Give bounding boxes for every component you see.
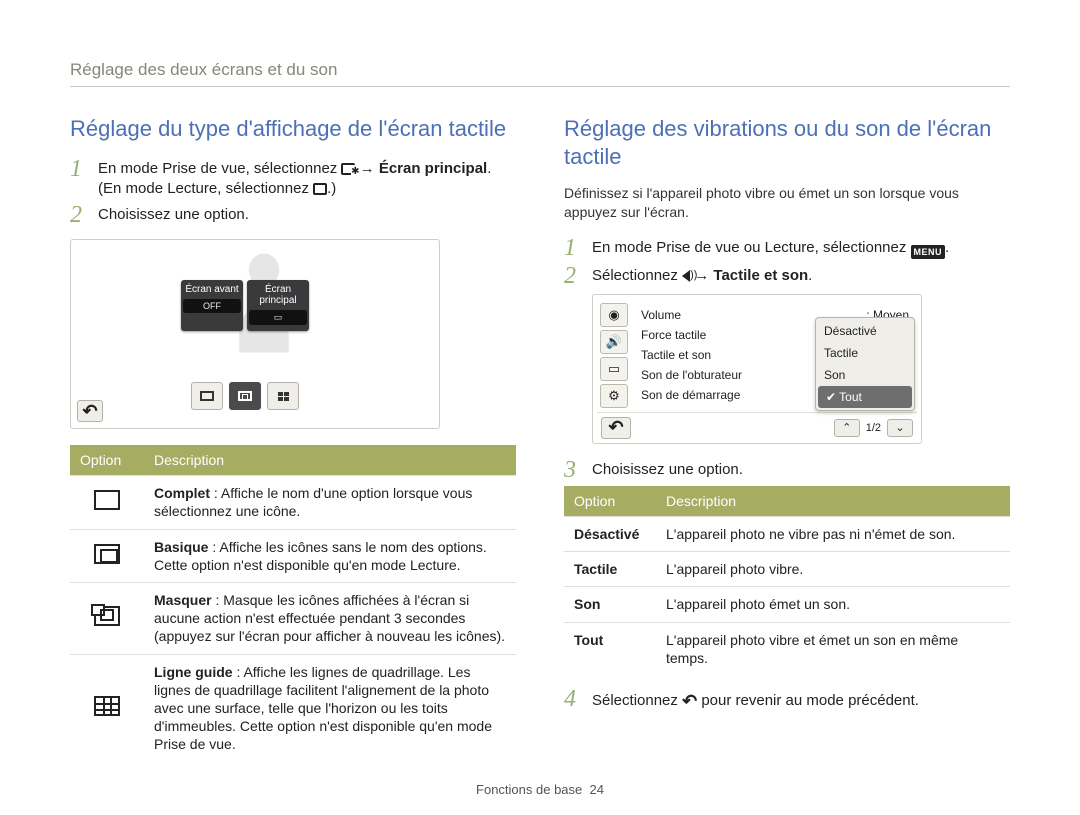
display-mode-full-button[interactable] xyxy=(191,382,223,410)
back-button[interactable]: ↶ xyxy=(601,417,631,439)
step-number: 2 xyxy=(564,264,582,288)
th-option: Option xyxy=(564,486,656,517)
tile-badge-icon: ▭ xyxy=(249,310,307,325)
page-up-button[interactable]: ⌃ xyxy=(834,419,860,437)
tile-front-screen[interactable]: Écran avant OFF xyxy=(181,280,243,331)
tile-badge-off: OFF xyxy=(183,299,241,313)
step-number: 1 xyxy=(70,157,88,181)
step-number: 4 xyxy=(564,687,582,711)
left-heading: Réglage du type d'affichage de l'écran t… xyxy=(70,115,516,143)
sound-icon xyxy=(682,270,690,282)
menu-icon: MENU xyxy=(911,245,946,259)
table-row: Désactivé L'appareil photo ne vibre pas … xyxy=(564,516,1010,551)
display-mode-guide-button[interactable] xyxy=(267,382,299,410)
guide-icon xyxy=(94,696,120,716)
right-step-1: 1 En mode Prise de vue ou Lecture, sélec… xyxy=(564,236,1010,260)
left-step-1: 1 En mode Prise de vue, sélectionnez → É… xyxy=(70,157,516,200)
lcd-settings: ◉ 🔊 ▭ ⚙ Volume: Moyen Force tactile Tact… xyxy=(592,294,922,444)
table-row: Basique : Affiche les icônes sans le nom… xyxy=(70,529,516,582)
right-intro: Définissez si l'appareil photo vibre ou … xyxy=(564,184,1010,222)
table-row: Complet : Affiche le nom d'une option lo… xyxy=(70,476,516,529)
full-icon xyxy=(94,490,120,510)
table-row: Ligne guide : Affiche les lignes de quad… xyxy=(70,654,516,761)
step-text: En mode Prise de vue, sélectionnez → Écr… xyxy=(98,157,516,200)
options-popup: Désactivé Tactile Son ✔ Tout xyxy=(815,317,915,411)
right-step-2: 2 Sélectionnez → Tactile et son. xyxy=(564,264,1010,288)
step-text: En mode Prise de vue ou Lecture, sélecti… xyxy=(592,236,1010,259)
chapter-title: Réglage des deux écrans et du son xyxy=(70,60,1010,87)
table-row: Son L'appareil photo émet un son. xyxy=(564,587,1010,622)
back-icon: ↶ xyxy=(608,417,623,438)
th-description: Description xyxy=(656,486,1010,517)
tab-camera-icon[interactable]: ◉ xyxy=(600,303,628,327)
basic-icon xyxy=(94,544,120,564)
tab-display-icon[interactable]: ▭ xyxy=(600,357,628,381)
table-row: Tactile L'appareil photo vibre. xyxy=(564,552,1010,587)
display-mode-basic-button[interactable] xyxy=(229,382,261,410)
popup-option[interactable]: Désactivé xyxy=(816,320,914,342)
step-text: Choisissez une option. xyxy=(98,203,516,225)
popup-option[interactable]: Tactile xyxy=(816,342,914,364)
back-icon: ↶ xyxy=(682,689,697,713)
display-icon xyxy=(313,183,327,195)
th-description: Description xyxy=(144,445,516,476)
options-table-sound: Option Description Désactivé L'appareil … xyxy=(564,486,1010,675)
step-number: 2 xyxy=(70,203,88,227)
back-icon: ↶ xyxy=(82,401,97,422)
step-text: Sélectionnez ↶ pour revenir au mode préc… xyxy=(592,687,1010,713)
display-settings-icon xyxy=(341,163,355,175)
tab-sound-icon[interactable]: 🔊 xyxy=(600,330,628,354)
tab-settings-icon[interactable]: ⚙ xyxy=(600,384,628,408)
table-row: Masquer : Masque les icônes affichées à … xyxy=(70,582,516,654)
page-indicator: 1/2 xyxy=(866,422,881,434)
left-step-2: 2 Choisissez une option. xyxy=(70,203,516,227)
step-text: Sélectionnez → Tactile et son. xyxy=(592,264,1010,286)
tile-main-screen[interactable]: Écran principal ▭ xyxy=(247,280,309,331)
table-row: Tout L'appareil photo vibre et émet un s… xyxy=(564,622,1010,675)
step-text: Choisissez une option. xyxy=(592,458,1010,480)
tile-label: Écran principal xyxy=(249,284,307,306)
lcd-preview: Écran avant OFF Écran principal ▭ ↶ xyxy=(70,239,440,429)
options-table-display: Option Description Complet : Affiche le … xyxy=(70,445,516,761)
page-footer: Fonctions de base 24 xyxy=(0,782,1080,797)
mask-icon xyxy=(94,606,120,626)
right-step-4: 4 Sélectionnez ↶ pour revenir au mode pr… xyxy=(564,687,1010,713)
step-number: 1 xyxy=(564,236,582,260)
step-number: 3 xyxy=(564,458,582,482)
right-step-3: 3 Choisissez une option. xyxy=(564,458,1010,482)
tile-label: Écran avant xyxy=(183,284,241,295)
page-down-button[interactable]: ⌄ xyxy=(887,419,913,437)
right-heading: Réglage des vibrations ou du son de l'éc… xyxy=(564,115,1010,170)
th-option: Option xyxy=(70,445,144,476)
popup-option[interactable]: Son xyxy=(816,364,914,386)
back-button[interactable]: ↶ xyxy=(77,400,103,422)
popup-option-selected[interactable]: ✔ Tout xyxy=(818,386,912,408)
